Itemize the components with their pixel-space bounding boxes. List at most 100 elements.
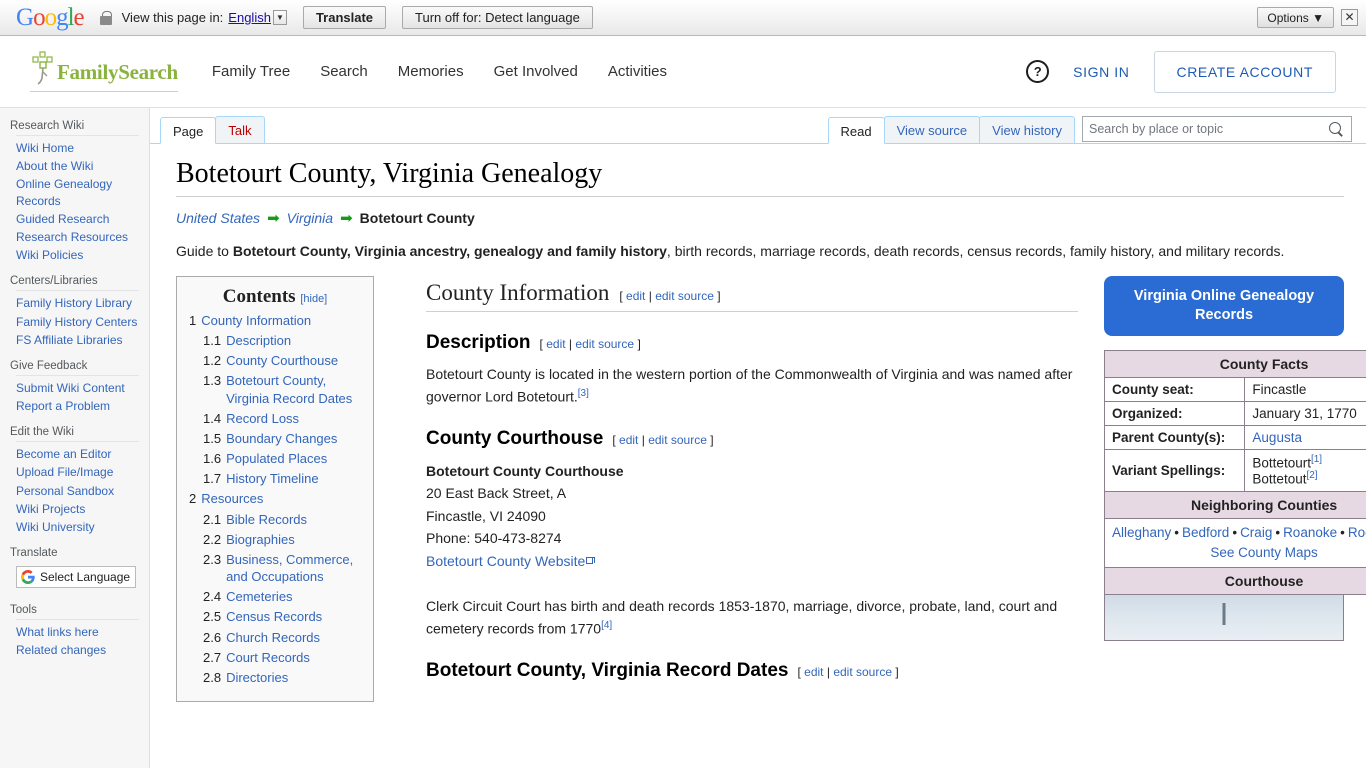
- edit-link[interactable]: edit: [804, 665, 823, 679]
- turn-off-translate-button[interactable]: Turn off for: Detect language: [402, 6, 593, 29]
- close-icon[interactable]: ✕: [1341, 9, 1358, 26]
- reference-marker[interactable]: [1]: [1311, 454, 1322, 465]
- sidebar-item-wiki-policies[interactable]: Wiki Policies: [16, 248, 83, 262]
- search-icon[interactable]: [1328, 121, 1344, 137]
- toc-item-record-loss[interactable]: Record Loss: [226, 410, 299, 427]
- google-logo: Google: [16, 4, 85, 31]
- toc-item-cemeteries[interactable]: Cemeteries: [226, 588, 292, 605]
- toc-item-county-courthouse[interactable]: County Courthouse: [226, 352, 338, 369]
- select-language-dropdown[interactable]: Select Language: [16, 566, 136, 589]
- edit-link[interactable]: edit: [619, 433, 638, 447]
- sidebar-item-fs-affiliate-libraries[interactable]: FS Affiliate Libraries: [16, 333, 123, 347]
- sidebar-item-wiki-university[interactable]: Wiki University: [16, 520, 95, 534]
- create-account-button[interactable]: CREATE ACCOUNT: [1153, 50, 1336, 93]
- sign-in-button[interactable]: SIGN IN: [1073, 64, 1129, 80]
- reference-marker[interactable]: [3]: [578, 388, 589, 399]
- translate-button[interactable]: Translate: [302, 6, 387, 29]
- toc-hide-link[interactable]: [hide]: [300, 293, 327, 305]
- sidebar-group-title-research-wiki: Research Wiki: [10, 120, 85, 132]
- edit-link[interactable]: edit: [546, 337, 565, 351]
- table-row: Parent County(s): Augusta: [1103, 424, 1366, 450]
- nav-item-activities[interactable]: Activities: [608, 63, 667, 80]
- toc-item-boundary-changes[interactable]: Boundary Changes: [226, 430, 337, 447]
- sidebar-item-about-the-wiki[interactable]: About the Wiki: [16, 159, 93, 173]
- help-icon[interactable]: ?: [1026, 60, 1050, 83]
- reference-link[interactable]: [1]: [1311, 454, 1322, 465]
- nav-item-memories[interactable]: Memories: [398, 63, 464, 80]
- sidebar-group-tools: What links here Related changes: [16, 619, 139, 658]
- reference-link[interactable]: [4]: [601, 620, 612, 631]
- sidebar-item-submit-wiki-content[interactable]: Submit Wiki Content: [16, 381, 125, 395]
- edit-bracket-close: ]: [637, 337, 641, 351]
- neighbor-alleghany[interactable]: Alleghany: [1112, 525, 1171, 540]
- search-input[interactable]: [1083, 122, 1328, 136]
- sidebar-item-what-links-here[interactable]: What links here: [16, 625, 99, 639]
- tab-view-source[interactable]: View source: [883, 116, 981, 143]
- edit-source-link[interactable]: edit source: [648, 433, 707, 447]
- sidebar-item-research-resources[interactable]: Research Resources: [16, 230, 128, 244]
- neighbor-roanoke[interactable]: Roanoke: [1283, 525, 1337, 540]
- tab-page[interactable]: Page: [160, 117, 217, 144]
- edit-source-link[interactable]: edit source: [833, 665, 892, 679]
- tab-view-history[interactable]: View history: [979, 116, 1075, 143]
- sidebar-group-give-feedback: Submit Wiki Content Report a Problem: [16, 374, 139, 414]
- sidebar-item-become-an-editor[interactable]: Become an Editor: [16, 447, 111, 461]
- edit-link[interactable]: edit: [626, 289, 645, 303]
- sidebar-item-report-a-problem[interactable]: Report a Problem: [16, 399, 110, 413]
- familysearch-logo[interactable]: FamilySearch: [30, 51, 178, 92]
- translate-language-link[interactable]: English: [228, 10, 271, 25]
- county-seat-value: Fincastle: [1244, 376, 1366, 402]
- toc-item-business-commerce-occupations[interactable]: Business, Commerce, and Occupations: [226, 551, 361, 585]
- toc-item-biographies[interactable]: Biographies: [226, 531, 295, 548]
- sidebar-item-guided-research[interactable]: Guided Research: [16, 212, 109, 226]
- courthouse-website-link[interactable]: Botetourt County Website: [426, 553, 585, 569]
- toc-item-history-timeline[interactable]: History Timeline: [226, 470, 318, 487]
- neighbor-craig[interactable]: Craig: [1240, 525, 1272, 540]
- toc-item-resources[interactable]: Resources: [201, 490, 263, 507]
- reference-marker[interactable]: [4]: [601, 620, 612, 631]
- toc-item-bible-records[interactable]: Bible Records: [226, 511, 307, 528]
- toc-item-county-information[interactable]: County Information: [201, 312, 311, 329]
- sidebar-item-family-history-centers[interactable]: Family History Centers: [16, 315, 137, 329]
- edit-source-link[interactable]: edit source: [655, 289, 714, 303]
- toc-item-populated-places[interactable]: Populated Places: [226, 450, 327, 467]
- variant-name: Bottetourt: [1252, 455, 1311, 471]
- translate-options-button[interactable]: Options ▼: [1257, 7, 1334, 28]
- neighbor-bedford[interactable]: Bedford: [1182, 525, 1229, 540]
- chevron-down-icon[interactable]: ▼: [272, 10, 287, 25]
- breadcrumb-virginia[interactable]: Virginia: [287, 210, 333, 226]
- toc-item-directories[interactable]: Directories: [226, 669, 288, 686]
- neighboring-counties-list: Alleghany•Bedford•Craig•Roanoke•Rockbrid…: [1103, 517, 1366, 569]
- toc-item-court-records[interactable]: Court Records: [226, 649, 310, 666]
- sidebar-item-wiki-projects[interactable]: Wiki Projects: [16, 502, 85, 516]
- tab-read[interactable]: Read: [827, 117, 885, 144]
- search-box[interactable]: [1082, 116, 1352, 142]
- reference-link[interactable]: [2]: [1306, 470, 1317, 481]
- section-heading-record-dates: Botetourt County, Virginia Record Dates …: [426, 660, 1078, 682]
- toc-item-census-records[interactable]: Census Records: [226, 608, 322, 625]
- toc-item-church-records[interactable]: Church Records: [226, 629, 320, 646]
- tab-talk[interactable]: Talk: [215, 116, 265, 143]
- breadcrumb-united-states[interactable]: United States: [176, 210, 260, 226]
- sidebar-item-wiki-home[interactable]: Wiki Home: [16, 141, 74, 155]
- edit-source-link[interactable]: edit source: [575, 337, 634, 351]
- reference-link[interactable]: [3]: [578, 388, 589, 399]
- sidebar-item-family-history-library[interactable]: Family History Library: [16, 296, 132, 310]
- sidebar-item-upload-file-image[interactable]: Upload File/Image: [16, 465, 113, 479]
- see-county-maps-link[interactable]: See County Maps: [1210, 545, 1317, 560]
- parent-county-link[interactable]: Augusta: [1252, 430, 1302, 445]
- reference-marker[interactable]: [2]: [1306, 470, 1317, 481]
- clerk-records-text: Clerk Circuit Court has birth and death …: [426, 597, 1058, 637]
- sidebar-item-online-genealogy-records[interactable]: Online Genealogy Records: [16, 177, 112, 207]
- nav-item-family-tree[interactable]: Family Tree: [212, 63, 290, 80]
- toc-item-record-dates[interactable]: Botetourt County, Virginia Record Dates: [226, 372, 361, 406]
- sidebar-item-personal-sandbox[interactable]: Personal Sandbox: [16, 484, 114, 498]
- virginia-online-genealogy-records-button[interactable]: Virginia Online Genealogy Records: [1104, 276, 1344, 336]
- toc-num: 2.7: [203, 649, 222, 665]
- neighbor-rockbridge[interactable]: Rockbridge: [1348, 525, 1366, 540]
- toc-num: 1.3: [203, 373, 222, 389]
- sidebar-item-related-changes[interactable]: Related changes: [16, 643, 106, 657]
- nav-item-search[interactable]: Search: [320, 63, 368, 80]
- nav-item-get-involved[interactable]: Get Involved: [494, 63, 578, 80]
- toc-item-description[interactable]: Description: [226, 332, 291, 349]
